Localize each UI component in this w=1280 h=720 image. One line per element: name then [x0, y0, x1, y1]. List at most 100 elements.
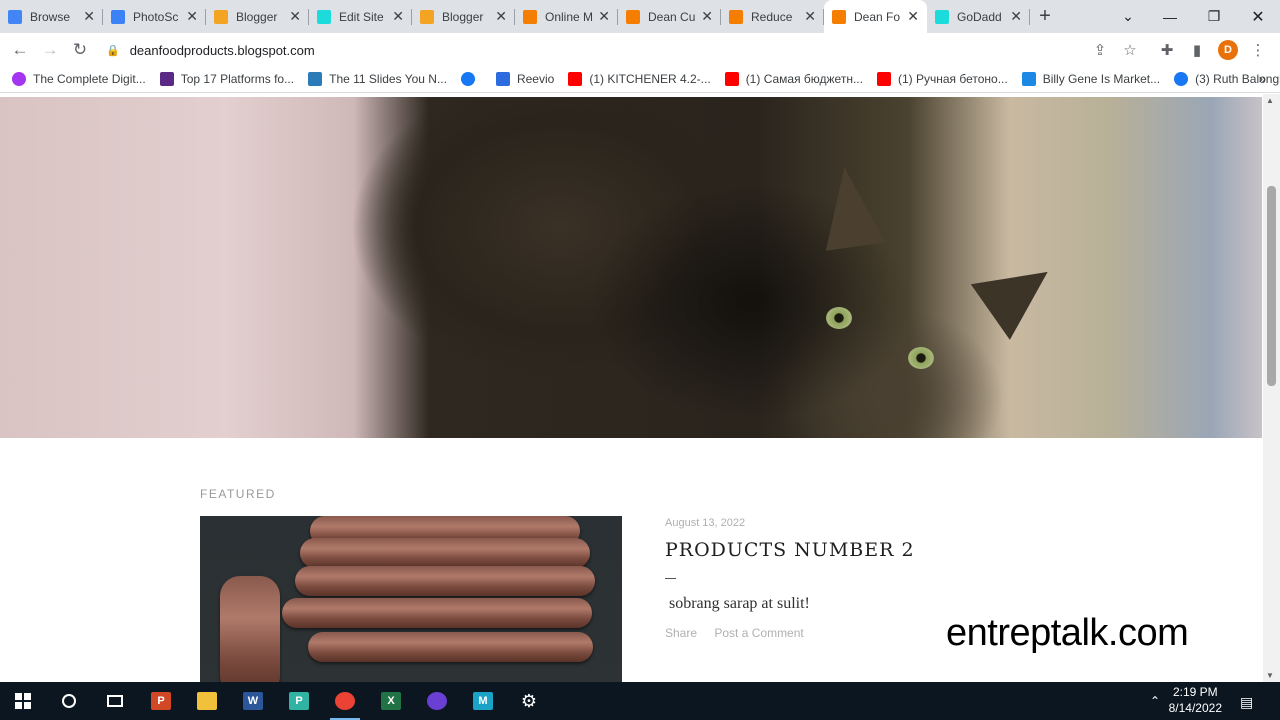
taskbar-chrome[interactable] — [322, 682, 368, 720]
browser-tab[interactable]: Browse ✕ — [0, 0, 103, 33]
powerpoint-icon: P — [151, 692, 171, 710]
taskbar-word[interactable]: W — [230, 682, 276, 720]
close-window-button[interactable]: ✕ — [1236, 0, 1280, 33]
close-tab-icon[interactable]: ✕ — [1010, 8, 1022, 25]
browser-tab[interactable]: Dean Fo ✕ — [824, 0, 927, 33]
blogger-icon — [420, 9, 434, 24]
start-button[interactable] — [0, 682, 46, 720]
bookmark-item[interactable]: Reevio — [495, 72, 554, 86]
taskbar-excel[interactable]: X — [368, 682, 414, 720]
browser-tab[interactable]: Reduce ✕ — [721, 0, 824, 33]
bookmark-star-icon[interactable]: ☆ — [1118, 38, 1142, 62]
youtube-icon — [724, 72, 739, 86]
taskbar-powerpoint[interactable]: P — [138, 682, 184, 720]
bookmark-label: (1) KITCHENER 4.2-... — [589, 72, 711, 86]
tab-title: Dean Cu — [648, 9, 696, 24]
tab-title: PhotoSc — [133, 9, 179, 24]
browser-tab[interactable]: Dean Cu ✕ — [618, 0, 721, 33]
close-tab-icon[interactable]: ✕ — [289, 8, 301, 25]
close-tab-icon[interactable]: ✕ — [804, 8, 816, 25]
forward-icon[interactable]: → — [35, 35, 65, 65]
youtube-icon — [568, 72, 583, 86]
bookmark-item[interactable]: The 11 Slides You N... — [308, 72, 447, 86]
bookmark-item[interactable]: (1) Ручная бетоно... — [876, 72, 1008, 86]
godaddy-icon — [317, 9, 331, 24]
close-tab-icon[interactable]: ✕ — [186, 8, 198, 25]
task-view-icon — [107, 695, 123, 707]
close-tab-icon[interactable]: ✕ — [701, 8, 713, 25]
bookmark-label: The 11 Slides You N... — [329, 72, 447, 86]
bookmark-item[interactable]: (1) KITCHENER 4.2-... — [568, 72, 711, 86]
bookmark-label: Top 17 Platforms fo... — [180, 72, 295, 86]
extensions-icon[interactable]: ✚ — [1155, 38, 1179, 62]
menu-icon[interactable]: ⋮ — [1246, 38, 1270, 62]
more-bookmarks-icon[interactable]: » — [1259, 71, 1266, 86]
featured-post-image[interactable] — [200, 516, 622, 682]
restore-button[interactable]: ❐ — [1192, 0, 1236, 33]
compass-icon — [427, 692, 447, 710]
scroll-down-icon[interactable]: ▼ — [1266, 671, 1274, 680]
profile-avatar[interactable]: D — [1218, 40, 1238, 60]
bookmark-item[interactable] — [460, 72, 482, 86]
blog-page: FEATURED August 13, 2022 PRODUCTS NUMBER… — [0, 94, 1280, 682]
divider — [665, 578, 676, 579]
close-tab-icon[interactable]: ✕ — [392, 8, 404, 25]
bookmark-label: (1) Самая бюджетн... — [745, 72, 863, 86]
system-clock[interactable]: 2:19 PM 8/14/2022 — [1169, 684, 1222, 716]
scroll-up-icon[interactable]: ▲ — [1266, 96, 1274, 105]
share-icon[interactable]: ⇪ — [1088, 38, 1112, 62]
blogger-icon — [214, 9, 228, 24]
tab-title: Browse — [30, 9, 71, 24]
taskbar-app[interactable] — [414, 682, 460, 720]
google-icon — [8, 9, 22, 24]
task-view-button[interactable] — [92, 682, 138, 720]
godaddy-icon — [935, 9, 949, 24]
side-panel-icon[interactable]: ▮ — [1185, 38, 1209, 62]
post-title[interactable]: PRODUCTS NUMBER 2 — [665, 539, 915, 561]
page-scrollbar[interactable]: ▲ ▼ — [1263, 94, 1280, 682]
search-button[interactable] — [46, 682, 92, 720]
close-tab-icon[interactable]: ✕ — [598, 8, 610, 25]
taskbar-explorer[interactable] — [184, 682, 230, 720]
taskbar-app2[interactable]: M — [460, 682, 506, 720]
bookmark-item[interactable]: (1) Самая бюджетн... — [724, 72, 863, 86]
comment-link[interactable]: Post a Comment — [714, 626, 803, 640]
browser-tab[interactable]: GoDadd ✕ — [927, 0, 1030, 33]
back-icon[interactable]: ← — [5, 35, 35, 65]
browser-tab[interactable]: PhotoSc ✕ — [103, 0, 206, 33]
bookmark-item[interactable]: Top 17 Platforms fo... — [159, 72, 295, 86]
address-bar[interactable]: 🔒 deanfoodproducts.blogspot.com — [106, 39, 315, 61]
taskbar-publisher[interactable]: P — [276, 682, 322, 720]
taskbar-settings[interactable]: ⚙ — [506, 682, 552, 720]
bookmark-item[interactable]: The Complete Digit... — [12, 72, 146, 86]
post-date: August 13, 2022 — [665, 517, 746, 529]
tab-title: Blogger — [236, 9, 278, 24]
blogger-icon — [729, 9, 743, 24]
browser-toolbar: ← → ↻ 🔒 deanfoodproducts.blogspot.com ⇪ … — [0, 33, 1280, 66]
blogger-icon — [523, 9, 537, 24]
bookmark-item[interactable]: Billy Gene Is Market... — [1021, 72, 1160, 86]
tab-search-icon[interactable]: ⌄ — [1106, 0, 1150, 33]
tab-title: GoDadd — [957, 9, 1002, 24]
cat-ear-right — [970, 244, 1068, 340]
minimize-button[interactable]: — — [1148, 0, 1192, 33]
reload-icon[interactable]: ↻ — [65, 35, 95, 65]
browser-tab[interactable]: Edit Site ✕ — [309, 0, 412, 33]
tab-title: Edit Site — [339, 9, 384, 24]
scrollbar-thumb[interactable] — [1267, 186, 1276, 386]
cortana-icon — [62, 694, 76, 708]
browser-tab[interactable]: Blogger ✕ — [206, 0, 309, 33]
close-tab-icon[interactable]: ✕ — [83, 8, 95, 25]
browser-tab[interactable]: Blogger ✕ — [412, 0, 515, 33]
blogger-icon — [626, 9, 640, 24]
clock-time: 2:19 PM — [1172, 685, 1218, 699]
tray-chevron-icon[interactable]: ⌃ — [1150, 694, 1160, 708]
close-tab-icon[interactable]: ✕ — [495, 8, 507, 25]
close-tab-icon[interactable]: ✕ — [907, 8, 919, 25]
publisher-icon: P — [289, 692, 309, 710]
new-tab-button[interactable]: + — [1030, 0, 1060, 33]
browser-tab[interactable]: Online M ✕ — [515, 0, 618, 33]
bookmark-label: (1) Ручная бетоно... — [897, 72, 1008, 86]
share-link[interactable]: Share — [665, 626, 697, 640]
notification-icon[interactable]: ▤ — [1240, 694, 1253, 711]
